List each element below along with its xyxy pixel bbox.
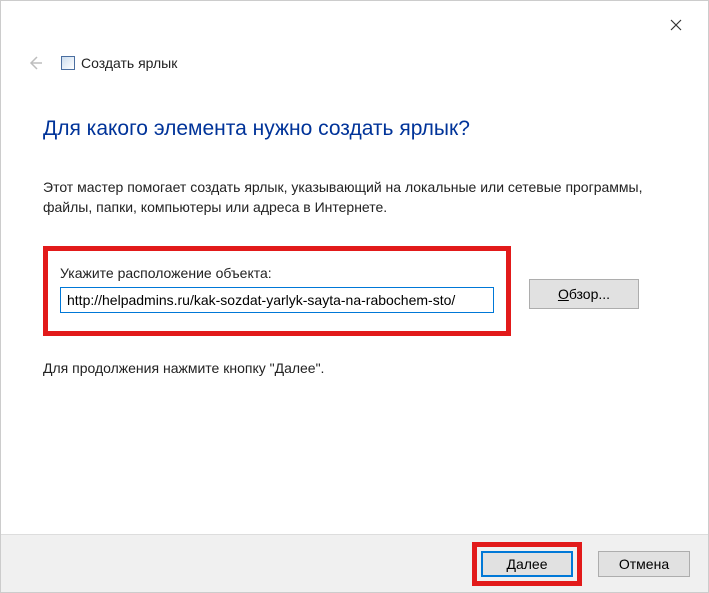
back-arrow-icon xyxy=(26,54,44,72)
next-button-highlight: Далее xyxy=(472,542,582,586)
close-button[interactable] xyxy=(656,9,696,41)
location-input[interactable] xyxy=(60,287,494,313)
continue-instruction: Для продолжения нажмите кнопку "Далее". xyxy=(43,360,666,376)
location-input-group: Укажите расположение объекта: xyxy=(43,246,511,336)
browse-button[interactable]: Обзор... xyxy=(529,279,639,309)
back-button[interactable] xyxy=(23,51,47,75)
footer-bar: Далее Отмена xyxy=(1,534,708,592)
location-label: Укажите расположение объекта: xyxy=(60,265,494,281)
page-heading: Для какого элемента нужно создать ярлык? xyxy=(43,117,666,141)
titlebar xyxy=(1,1,708,41)
shortcut-icon xyxy=(61,56,75,70)
wizard-title-wrap: Создать ярлык xyxy=(61,54,177,73)
wizard-title: Создать ярлык xyxy=(81,55,177,71)
header-row: Создать ярлык xyxy=(1,41,708,75)
cancel-button[interactable]: Отмена xyxy=(598,551,690,577)
next-button[interactable]: Далее xyxy=(481,551,573,577)
content-area: Для какого элемента нужно создать ярлык?… xyxy=(1,75,708,376)
description-text: Этот мастер помогает создать ярлык, указ… xyxy=(43,177,666,218)
close-icon xyxy=(670,19,682,31)
